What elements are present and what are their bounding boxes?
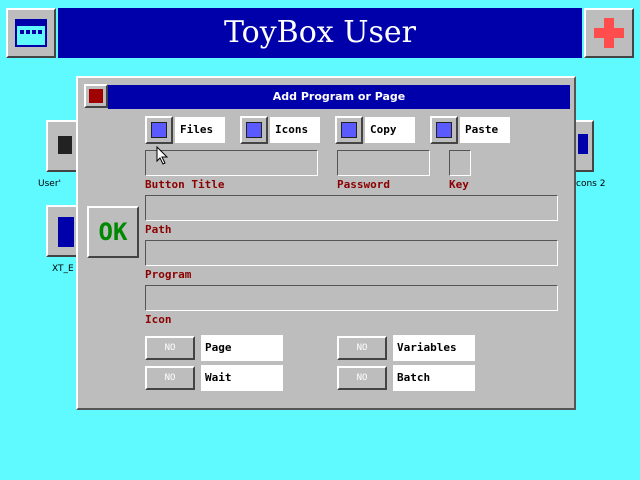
button-title-label: Button Title xyxy=(145,178,225,191)
mouse-pointer-icon xyxy=(156,146,169,165)
button-title-input[interactable] xyxy=(145,150,318,176)
group-icon-xt[interactable] xyxy=(46,205,78,257)
program-input[interactable] xyxy=(145,240,558,266)
icon-input[interactable] xyxy=(145,285,558,311)
copy-checkbox[interactable] xyxy=(335,116,363,144)
path-label: Path xyxy=(145,223,172,236)
dialog-title: Add Program or Page xyxy=(108,85,570,109)
page-toggle[interactable]: NO xyxy=(145,336,195,360)
ok-button[interactable]: OK xyxy=(87,206,139,258)
checkbox-square-icon xyxy=(436,122,452,138)
system-menu-button[interactable] xyxy=(6,8,56,58)
group-label-xt: XT_E xyxy=(52,264,74,274)
checkbox-square-icon xyxy=(341,122,357,138)
close-icon xyxy=(89,89,103,103)
path-input[interactable] xyxy=(145,195,558,221)
icon-label: Icon xyxy=(145,313,172,326)
plus-icon xyxy=(594,18,624,48)
dialog-close-button[interactable] xyxy=(84,84,108,108)
group-icon-icons2[interactable] xyxy=(574,120,594,172)
group-label-user: User' xyxy=(38,179,61,189)
variables-toggle[interactable]: NO xyxy=(337,336,387,360)
files-checkbox[interactable] xyxy=(145,116,173,144)
app-title: ToyBox User xyxy=(58,8,582,58)
password-label: Password xyxy=(337,178,390,191)
paste-checkbox[interactable] xyxy=(430,116,458,144)
checkbox-square-icon xyxy=(151,122,167,138)
batch-toggle-label: Batch xyxy=(393,365,475,391)
key-label: Key xyxy=(449,178,469,191)
icons-checkbox[interactable] xyxy=(240,116,268,144)
folder-icon xyxy=(58,136,72,154)
add-program-dialog: Add Program or Page Files Icons Copy Pas… xyxy=(76,76,576,410)
group-label-icons2: cons 2 xyxy=(576,179,606,189)
paste-label: Paste xyxy=(460,117,510,143)
files-label: Files xyxy=(175,117,225,143)
checkbox-square-icon xyxy=(246,122,262,138)
key-input[interactable] xyxy=(449,150,471,176)
add-button[interactable] xyxy=(584,8,634,58)
password-input[interactable] xyxy=(337,150,430,176)
copy-label: Copy xyxy=(365,117,415,143)
batch-toggle[interactable]: NO xyxy=(337,366,387,390)
disk-icon xyxy=(58,217,74,247)
variables-toggle-label: Variables xyxy=(393,335,475,361)
window-icon xyxy=(15,19,47,47)
group-icon-user[interactable] xyxy=(46,120,78,172)
program-label: Program xyxy=(145,268,192,281)
icons-label: Icons xyxy=(270,117,320,143)
wait-toggle-label: Wait xyxy=(201,365,283,391)
wait-toggle[interactable]: NO xyxy=(145,366,195,390)
desktop-titlebar: ToyBox User xyxy=(0,0,640,62)
page-toggle-label: Page xyxy=(201,335,283,361)
folder-icon xyxy=(578,134,588,154)
